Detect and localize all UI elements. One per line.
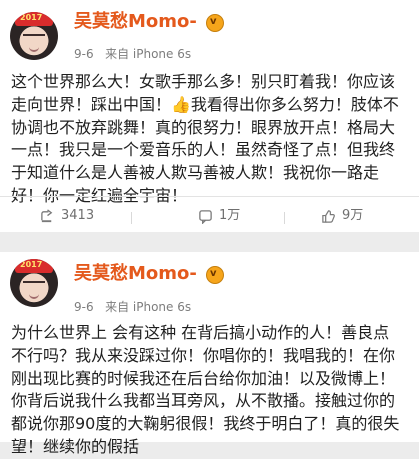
post-text: 这个世界那么大！女歌手那么多！别只盯着我！你应该走向世界！踩出中国！👍我看得出你…	[11, 72, 399, 205]
weibo-post-card-1: 2017 吴莫愁Momo- v 9-6 来自 iPhone 6s 这个世界那么大…	[0, 0, 419, 232]
avatar-eyes-icon	[23, 34, 45, 39]
share-action[interactable]: 3413	[40, 207, 94, 225]
like-count: 9万	[342, 208, 364, 223]
action-separator	[284, 212, 285, 224]
hat-text-icon: 2017	[20, 13, 43, 22]
username[interactable]: 吴莫愁Momo-	[74, 263, 197, 285]
avatar[interactable]: 2017	[10, 259, 58, 307]
avatar-eyes-icon	[23, 281, 45, 286]
like-action[interactable]: 9万	[321, 207, 363, 225]
avatar[interactable]: 2017	[10, 12, 58, 60]
share-count: 3413	[61, 208, 95, 223]
post-date: 9-6	[74, 300, 94, 314]
like-icon	[322, 209, 335, 223]
post-date: 9-6	[74, 47, 94, 61]
post-source: 来自 iPhone 6s	[105, 47, 192, 61]
post-text: 为什么世界上 会有这种 在背后搞小动作的人！善良点不行吗？我从来没踩过你！你唱你…	[11, 323, 400, 456]
comment-count: 1万	[219, 208, 241, 223]
divider	[0, 196, 419, 197]
comment-action[interactable]: 1万	[198, 207, 240, 225]
post-meta: 9-6 来自 iPhone 6s	[74, 300, 191, 314]
action-separator	[131, 212, 132, 224]
username[interactable]: 吴莫愁Momo-	[74, 11, 197, 33]
vip-badge-icon: v	[206, 14, 224, 32]
comment-icon	[199, 209, 212, 224]
avatar-mouth-icon	[29, 46, 39, 52]
avatar-mouth-icon	[29, 293, 39, 299]
share-icon	[41, 208, 53, 222]
post-meta: 9-6 来自 iPhone 6s	[74, 47, 191, 61]
post-actions: 3413 1万 9万	[0, 204, 419, 228]
hat-text-icon: 2017	[20, 260, 43, 269]
post-source: 来自 iPhone 6s	[105, 300, 192, 314]
vip-badge-icon: v	[206, 266, 224, 284]
